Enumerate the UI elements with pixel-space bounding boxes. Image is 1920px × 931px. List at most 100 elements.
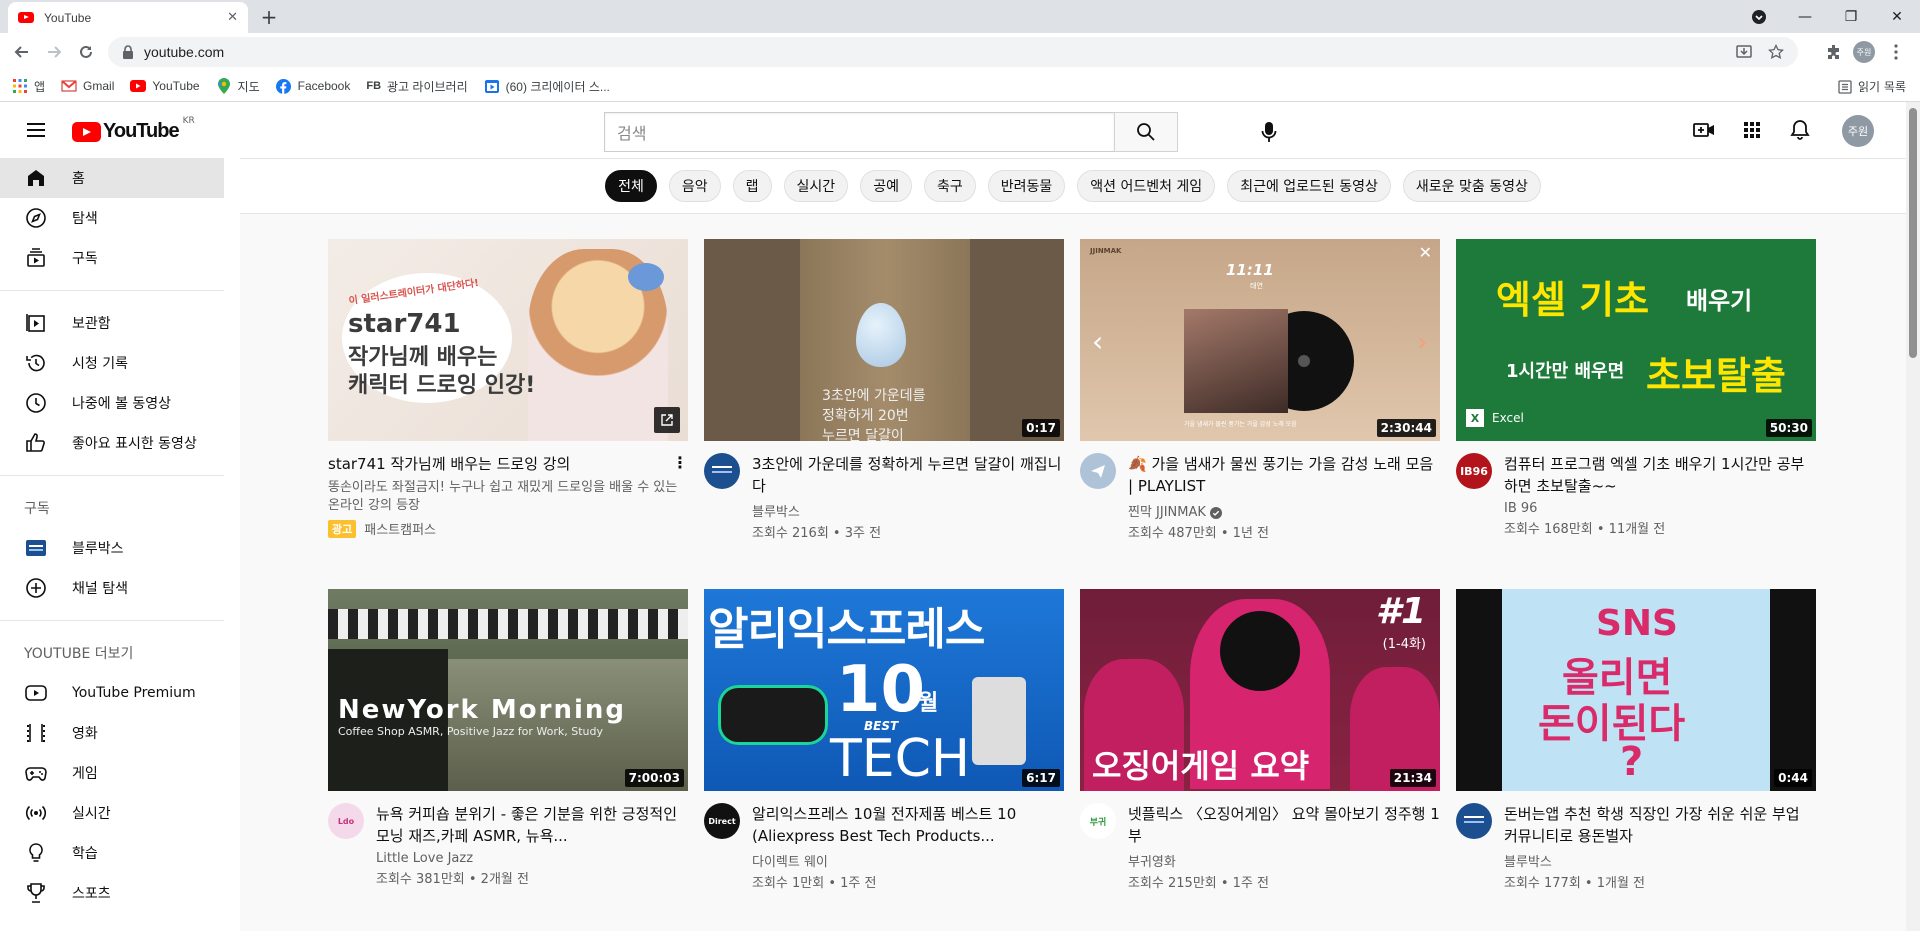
advertiser-name[interactable]: 패스트캠퍼스 — [364, 519, 436, 538]
video-title[interactable]: 뉴욕 커피숍 분위기 - 좋은 기분을 위한 긍정적인 모닝 재즈,카페 ASM… — [376, 803, 688, 847]
channel-name[interactable]: 블루박스 — [1504, 855, 1552, 870]
video-title[interactable]: 🍂 가을 냄새가 물씬 풍기는 가을 감성 노래 모음 | PLAYLIST — [1128, 453, 1440, 497]
channel-name[interactable]: 부귀영화 — [1128, 855, 1176, 870]
account-avatar[interactable]: 주원 — [1842, 115, 1874, 147]
bookmark-star-icon[interactable] — [1768, 44, 1784, 60]
video-card[interactable]: JJINMAK 11:11 태연 가을 냄새가 물씬 풍기는 가을 감성 노래 … — [1080, 239, 1440, 541]
new-tab-button[interactable]: + — [254, 4, 284, 30]
channel-avatar[interactable] — [704, 453, 740, 489]
video-title[interactable]: 넷플릭스 〈오징어게임〉 요약 몰아보기 정주행 1부 — [1128, 803, 1440, 847]
filter-chip[interactable]: 액션 어드벤처 게임 — [1077, 170, 1216, 202]
apps-icon[interactable] — [1740, 118, 1764, 142]
video-thumbnail[interactable]: NewYork Morning Coffee Shop ASMR, Positi… — [328, 589, 688, 791]
sidebar-item[interactable]: 보관함 — [0, 303, 224, 343]
video-title[interactable]: 컴퓨터 프로그램 엑셀 기초 배우기 1시간만 공부하면 초보탈출~~ — [1504, 453, 1816, 497]
channel-name[interactable]: 다이렉트 웨이 — [752, 855, 828, 870]
bookmark-ad-library[interactable]: FB 광고 라이브러리 — [366, 78, 467, 95]
forward-icon[interactable] — [42, 40, 66, 64]
sidebar-item[interactable]: 시청 기록 — [0, 343, 224, 383]
channel-name[interactable]: IB 96 — [1504, 501, 1537, 516]
menu-icon[interactable] — [24, 118, 48, 142]
filter-chip[interactable]: 공예 — [860, 170, 912, 202]
address-bar[interactable]: youtube.com — [108, 37, 1798, 67]
video-thumbnail[interactable]: #1 (1-4화) 오징어게임 요약 21:34 — [1080, 589, 1440, 791]
video-card[interactable]: 엑셀 기초 배우기 1시간만 배우면 초보탈출 X Excel 50:30 IB9… — [1456, 239, 1816, 537]
reading-list-button[interactable]: 읽기 목록 — [1838, 71, 1906, 102]
sidebar-item[interactable]: 학습 — [0, 833, 224, 873]
channel-name[interactable]: Little Love Jazz — [376, 851, 473, 866]
video-title[interactable]: 알리익스프레스 10월 전자제품 베스트 10 (Aliexpress Best… — [752, 803, 1064, 847]
bookmark-gmail[interactable]: Gmail — [61, 78, 114, 94]
voice-search-button[interactable] — [1251, 114, 1287, 150]
channel-name[interactable]: 블루박스 — [752, 505, 800, 520]
create-video-icon[interactable] — [1692, 118, 1716, 142]
search-input[interactable]: 검색 — [604, 112, 1114, 152]
reload-icon[interactable] — [74, 40, 98, 64]
bookmark-facebook[interactable]: Facebook — [276, 78, 350, 94]
bookmark-maps[interactable]: 지도 — [216, 78, 260, 95]
video-card[interactable]: NewYork Morning Coffee Shop ASMR, Positi… — [328, 589, 688, 887]
search-button[interactable] — [1114, 112, 1178, 152]
filter-chip[interactable]: 실시간 — [783, 170, 849, 202]
sidebar-item[interactable]: 실시간 — [0, 793, 224, 833]
install-app-icon[interactable] — [1736, 44, 1752, 60]
external-link-icon[interactable] — [654, 407, 680, 433]
bookmark-youtube[interactable]: YouTube — [130, 78, 200, 94]
chevron-right-icon[interactable]: › — [1417, 325, 1428, 358]
youtube-logo[interactable]: YouTube KR — [72, 116, 195, 143]
notifications-bell-icon[interactable] — [1788, 118, 1812, 142]
channel-avatar[interactable] — [1456, 803, 1492, 839]
extensions-icon[interactable] — [1822, 40, 1846, 64]
filter-chip[interactable]: 최근에 업로드된 동영상 — [1227, 170, 1391, 202]
video-title[interactable]: 돈버는앱 추천 학생 직장인 가장 쉬운 쉬운 부업 커뮤니티로 용돈벌자 — [1504, 803, 1816, 847]
sidebar-item[interactable]: 영화 — [0, 713, 224, 753]
video-card[interactable]: 알리익스프레스 10 월 BEST TECH 6:17 Direct 알리익스프… — [704, 589, 1064, 891]
video-thumbnail[interactable]: 이 일러스트레이터가 대단하다! star741 작가님께 배우는 캐릭터 드로… — [328, 239, 688, 441]
video-thumbnail[interactable]: JJINMAK 11:11 태연 가을 냄새가 물씬 풍기는 가을 감성 노래 … — [1080, 239, 1440, 441]
chevron-left-icon[interactable]: ‹ — [1092, 325, 1103, 358]
back-icon[interactable] — [10, 40, 34, 64]
sidebar-item[interactable]: 스포츠 — [0, 873, 224, 913]
video-thumbnail[interactable]: 3초안에 가운데를 정확하게 20번 누르면 달걀이 0:17 — [704, 239, 1064, 441]
sidebar-item[interactable]: 게임 — [0, 753, 224, 793]
maximize-icon[interactable]: ❐ — [1828, 0, 1874, 33]
video-card[interactable]: SNS 올리면 돈이된다 ? 0:44 돈버는앱 추천 학생 직장인 가장 쉬운 … — [1456, 589, 1816, 891]
chrome-menu-icon[interactable] — [1884, 40, 1908, 64]
video-card[interactable]: #1 (1-4화) 오징어게임 요약 21:34 부귀 넷플릭스 〈오징어게임〉 … — [1080, 589, 1440, 891]
filter-chip[interactable]: 음악 — [668, 170, 721, 202]
video-title[interactable]: star741 작가님께 배우는 드로잉 강의 — [328, 453, 668, 475]
video-card[interactable]: 3초안에 가운데를 정확하게 20번 누르면 달걀이 0:17 3초안에 가운데를… — [704, 239, 1064, 541]
channel-avatar[interactable]: IB96 — [1456, 453, 1492, 489]
channel-avatar[interactable]: Ldo — [328, 803, 364, 839]
channel-avatar[interactable]: Direct — [704, 803, 740, 839]
video-card[interactable]: 이 일러스트레이터가 대단하다! star741 작가님께 배우는 캐릭터 드로… — [328, 239, 688, 538]
page-scrollbar[interactable] — [1906, 102, 1920, 931]
scrollbar-thumb[interactable] — [1909, 108, 1917, 358]
bookmark-studio[interactable]: (60) 크리에이터 스... — [484, 78, 610, 95]
minimize-icon[interactable]: — — [1782, 0, 1828, 33]
video-thumbnail[interactable]: 알리익스프레스 10 월 BEST TECH 6:17 — [704, 589, 1064, 791]
filter-chip[interactable]: 축구 — [923, 170, 976, 202]
channel-name[interactable]: 찐막 JJINMAK — [1128, 505, 1206, 520]
close-icon[interactable]: ✕ — [1419, 243, 1432, 262]
close-tab-icon[interactable]: ✕ — [227, 10, 238, 25]
filter-chip[interactable]: 새로운 맞춤 동영상 — [1402, 170, 1541, 202]
channel-avatar[interactable] — [1080, 453, 1116, 489]
lock-icon[interactable] — [122, 45, 134, 59]
channel-avatar[interactable]: 부귀 — [1080, 803, 1116, 839]
sidebar-item[interactable]: YouTube Premium — [0, 673, 224, 713]
sidebar-item[interactable]: 블루박스 — [0, 528, 224, 568]
tab-search-icon[interactable] — [1736, 0, 1782, 33]
close-window-icon[interactable]: ✕ — [1874, 0, 1920, 33]
filter-chip[interactable]: 반려동물 — [987, 170, 1066, 202]
filter-chip[interactable]: 랩 — [732, 170, 772, 202]
sidebar-item[interactable]: 나중에 볼 동영상 — [0, 383, 224, 423]
video-title[interactable]: 3초안에 가운데를 정확하게 누르면 달걀이 깨집니다 — [752, 453, 1064, 497]
filter-chip[interactable]: 전체 — [605, 170, 657, 202]
more-actions-icon[interactable]: ⋮ — [672, 453, 688, 475]
profile-icon[interactable]: 주원 — [1852, 40, 1876, 64]
browser-tab[interactable]: YouTube ✕ — [8, 2, 248, 33]
sidebar-item[interactable]: 좋아요 표시한 동영상 — [0, 423, 224, 463]
sidebar-item[interactable]: 홈 — [0, 158, 224, 198]
bookmark-apps[interactable]: 앱 — [12, 78, 45, 95]
